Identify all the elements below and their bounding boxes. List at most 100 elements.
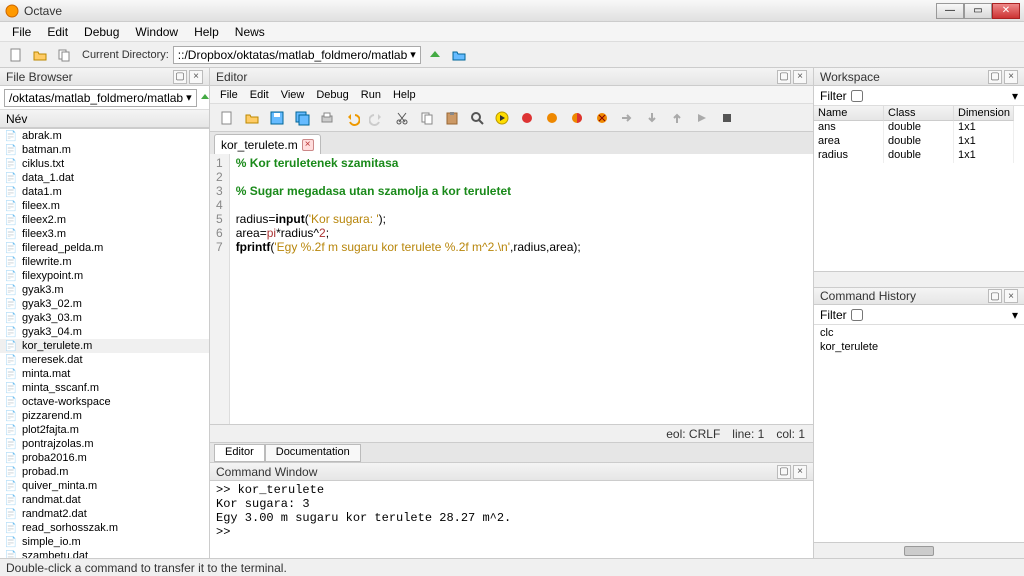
file-item[interactable]: 📄gyak3_04.m [0, 325, 209, 339]
breakpoint-orange-icon[interactable] [541, 107, 563, 129]
file-item[interactable]: 📄read_sorhosszak.m [0, 521, 209, 535]
ed-menu-file[interactable]: File [214, 88, 244, 102]
ed-run-icon[interactable] [491, 107, 513, 129]
menu-window[interactable]: Window [127, 23, 186, 41]
file-item[interactable]: 📄probad.m [0, 465, 209, 479]
h-scrollbar[interactable] [814, 271, 1024, 287]
pane-close-icon[interactable]: × [189, 70, 203, 84]
stop-icon[interactable] [716, 107, 738, 129]
ed-open-icon[interactable] [241, 107, 263, 129]
tab-close-icon[interactable]: × [302, 139, 314, 151]
continue-icon[interactable] [691, 107, 713, 129]
file-item[interactable]: 📄batman.m [0, 143, 209, 157]
file-item[interactable]: 📄fileex2.m [0, 213, 209, 227]
ed-save-icon[interactable] [266, 107, 288, 129]
ed-menu-run[interactable]: Run [355, 88, 387, 102]
file-item[interactable]: 📄filewrite.m [0, 255, 209, 269]
file-item[interactable]: 📄fileex3.m [0, 227, 209, 241]
file-item[interactable]: 📄randmat2.dat [0, 507, 209, 521]
browse-dir-icon[interactable] [449, 45, 469, 65]
step-in-icon[interactable] [641, 107, 663, 129]
ed-saveall-icon[interactable] [291, 107, 313, 129]
ed-menu-help[interactable]: Help [387, 88, 422, 102]
step-icon[interactable] [616, 107, 638, 129]
ed-print-icon[interactable] [316, 107, 338, 129]
menu-edit[interactable]: Edit [39, 23, 76, 41]
undock-icon[interactable]: ▢ [777, 465, 791, 479]
editor-tab[interactable]: kor_terulete.m × [214, 134, 321, 154]
ed-new-icon[interactable] [216, 107, 238, 129]
breakpoint-clear-icon[interactable] [591, 107, 613, 129]
ed-menu-view[interactable]: View [275, 88, 311, 102]
workspace-filter-checkbox[interactable] [851, 90, 863, 102]
file-item[interactable]: 📄fileex.m [0, 199, 209, 213]
ed-cut-icon[interactable] [391, 107, 413, 129]
file-item[interactable]: 📄gyak3_02.m [0, 297, 209, 311]
bottom-tab-documentation[interactable]: Documentation [265, 444, 361, 462]
file-item[interactable]: 📄pizzarend.m [0, 409, 209, 423]
dropdown-icon[interactable]: ▾ [1012, 89, 1018, 103]
bottom-tab-editor[interactable]: Editor [214, 444, 265, 462]
file-item[interactable]: 📄minta.mat [0, 367, 209, 381]
file-item[interactable]: 📄simple_io.m [0, 535, 209, 549]
file-item[interactable]: 📄filexypoint.m [0, 269, 209, 283]
workspace-row[interactable]: areadouble1x1 [814, 135, 1024, 149]
file-item[interactable]: 📄gyak3_03.m [0, 311, 209, 325]
file-item[interactable]: 📄fileread_pelda.m [0, 241, 209, 255]
file-item[interactable]: 📄octave-workspace [0, 395, 209, 409]
workspace-row[interactable]: ansdouble1x1 [814, 121, 1024, 135]
ed-paste-icon[interactable] [441, 107, 463, 129]
undock-icon[interactable]: ▢ [777, 70, 791, 84]
file-item[interactable]: 📄proba2016.m [0, 451, 209, 465]
editor-code-area[interactable]: 1234567 % Kor teruletenek szamitasa % Su… [210, 154, 813, 424]
ed-menu-edit[interactable]: Edit [244, 88, 275, 102]
close-button[interactable]: ✕ [992, 3, 1020, 19]
file-item[interactable]: 📄quiver_minta.m [0, 479, 209, 493]
menu-news[interactable]: News [227, 23, 273, 41]
command-window-output[interactable]: >> kor_terulete Kor sugara: 3 Egy 3.00 m… [210, 481, 813, 558]
up-dir-icon[interactable] [425, 45, 445, 65]
history-filter-checkbox[interactable] [851, 309, 863, 321]
new-file-icon[interactable] [6, 45, 26, 65]
file-item[interactable]: 📄randmat.dat [0, 493, 209, 507]
file-item[interactable]: 📄minta_sscanf.m [0, 381, 209, 395]
pane-close-icon[interactable]: × [1004, 289, 1018, 303]
h-scrollbar[interactable] [814, 542, 1024, 558]
file-item[interactable]: 📄gyak3.m [0, 283, 209, 297]
history-item[interactable]: clc [820, 327, 1018, 341]
pane-close-icon[interactable]: × [793, 70, 807, 84]
current-directory-field[interactable]: ::/Dropbox/oktatas/matlab_foldmero/matla… [173, 46, 421, 64]
file-browser-path[interactable]: /oktatas/matlab_foldmero/matlab ▾ [4, 89, 197, 107]
menu-debug[interactable]: Debug [76, 23, 127, 41]
file-item[interactable]: 📄data1.m [0, 185, 209, 199]
step-out-icon[interactable] [666, 107, 688, 129]
file-item[interactable]: 📄abrak.m [0, 129, 209, 143]
undock-icon[interactable]: ▢ [988, 289, 1002, 303]
undock-icon[interactable]: ▢ [988, 70, 1002, 84]
history-item[interactable]: kor_terulete [820, 341, 1018, 355]
file-item[interactable]: 📄ciklus.txt [0, 157, 209, 171]
ed-copy-icon[interactable] [416, 107, 438, 129]
breakpoint-half-icon[interactable] [566, 107, 588, 129]
file-item[interactable]: 📄szambetu.dat [0, 549, 209, 558]
maximize-button[interactable]: ▭ [964, 3, 992, 19]
fb-up-icon[interactable] [199, 88, 211, 108]
file-item[interactable]: 📄data_1.dat [0, 171, 209, 185]
workspace-table-header[interactable]: Name Class Dimension [814, 106, 1024, 121]
breakpoint-red-icon[interactable] [516, 107, 538, 129]
file-item[interactable]: 📄pontrajzolas.m [0, 437, 209, 451]
dropdown-icon[interactable]: ▾ [1012, 308, 1018, 322]
ed-redo-icon[interactable] [366, 107, 388, 129]
file-item[interactable]: 📄plot2fajta.m [0, 423, 209, 437]
file-item[interactable]: 📄kor_terulete.m [0, 339, 209, 353]
ed-find-icon[interactable] [466, 107, 488, 129]
file-browser-header[interactable]: Név [0, 110, 209, 128]
workspace-row[interactable]: radiusdouble1x1 [814, 149, 1024, 163]
open-folder-icon[interactable] [30, 45, 50, 65]
copy-icon[interactable] [54, 45, 74, 65]
pane-close-icon[interactable]: × [793, 465, 807, 479]
menu-help[interactable]: Help [186, 23, 227, 41]
minimize-button[interactable]: — [936, 3, 964, 19]
menu-file[interactable]: File [4, 23, 39, 41]
ed-menu-debug[interactable]: Debug [310, 88, 354, 102]
